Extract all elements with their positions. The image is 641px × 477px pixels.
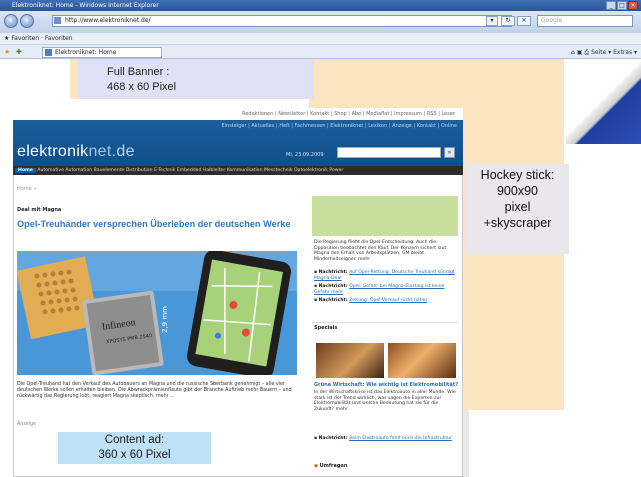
content-ad-title: Content ad: <box>104 434 165 446</box>
hockey-stick-unit: pixel <box>504 200 531 214</box>
favorites-label[interactable]: Favoriten · Favoriten <box>11 35 72 42</box>
list-item-label: Nachtricht: <box>318 270 348 275</box>
special-image-left[interactable] <box>316 343 384 378</box>
menu-items[interactable]: Automotive Automation Bauelemente Distri… <box>37 168 343 173</box>
maximize-button[interactable]: □ <box>617 1 627 10</box>
home-icon[interactable]: ⌂ <box>571 49 575 56</box>
list-item[interactable]: ▪ Nachtricht: Zeitung: Opel-Verkauf rück… <box>314 298 457 304</box>
dropdown-arrow-icon[interactable]: ▾ <box>486 16 498 26</box>
divider <box>312 322 458 323</box>
minimize-button[interactable]: _ <box>606 1 616 10</box>
favorites-bar: ★ Favoriten · Favoriten <box>0 33 641 45</box>
special-text: In der Wirtschaftskrise ist das Elektroa… <box>314 390 456 412</box>
back-button[interactable]: ‹ <box>4 14 18 28</box>
special-title[interactable]: Grüne Wirtschaft: Wie wichtig ist Elektr… <box>314 382 458 388</box>
stop-button[interactable]: ✕ <box>517 16 531 26</box>
list-item[interactable]: ▪ Nachtricht: Auf Opel-Rettung: Deutsche… <box>314 270 457 281</box>
menu-item-home[interactable]: Home <box>15 168 36 173</box>
page-curl-graphic <box>566 59 641 144</box>
article-image-graphic: Infineon XPOSYS PMB 2540 2,9 mm <box>17 251 297 375</box>
svg-text:2,9 mm: 2,9 mm <box>161 306 169 333</box>
forward-button[interactable]: › <box>20 14 34 28</box>
tools-label[interactable]: Seite ▾ Extras ▾ <box>591 49 637 56</box>
screenshot: Elektroniknet: Home - Windows Internet E… <box>0 0 641 477</box>
content-ad: Content ad: 360 x 60 Pixel <box>58 432 211 464</box>
window-title: Elektroniknet: Home - Windows Internet E… <box>0 0 641 11</box>
favorites-icon[interactable]: ★ <box>4 48 10 56</box>
downloads-heading-text: Umfragen <box>319 463 348 469</box>
full-banner-ad: Full Banner : 468 x 60 Pixel <box>77 59 314 99</box>
logo-net: net <box>88 143 112 160</box>
sidebar-intro: Die Regierung flieht die Opel-Entscheidu… <box>314 240 447 262</box>
site-favicon-icon <box>54 17 61 24</box>
breadcrumb[interactable]: Home » <box>17 186 36 192</box>
site-logo[interactable]: elektroniknet.de <box>17 143 135 161</box>
list-item-link[interactable]: Zeitung: Opel-Verkauf rückt näher <box>349 298 427 303</box>
special-link-label: Nachtricht: <box>318 436 348 441</box>
article-kicker: Deal mit Magna <box>17 207 62 213</box>
sidebar-ad-banner[interactable] <box>312 196 458 236</box>
downloads-heading: ◆ Umfragen <box>314 463 347 469</box>
article-headline[interactable]: Opel-Treuhänder versprechen Überleben de… <box>17 218 297 230</box>
site-sub-nav[interactable]: Einsteiger | Aktuelles | Heft | Fachmess… <box>13 121 463 131</box>
scrollbar[interactable] <box>463 410 469 477</box>
list-item-label: Nachtricht: <box>318 284 348 290</box>
add-favorites-icon[interactable]: ✚ <box>16 48 22 56</box>
hockey-stick-label: Hockey stick: 900x90 pixel +skyscraper <box>466 164 569 254</box>
logo-main: elektronik <box>17 143 89 160</box>
hockey-stick-size: 900x90 <box>496 184 538 198</box>
special-image-right[interactable] <box>388 343 456 378</box>
site-search-button[interactable]: » <box>444 147 455 158</box>
full-banner-size: 468 x 60 Pixel <box>107 81 177 93</box>
site-top-links[interactable]: Redaktionen | Newsletter | Kontakt | Sho… <box>13 108 463 120</box>
article-image[interactable]: Infineon XPOSYS PMB 2540 2,9 mm <box>17 251 297 375</box>
site-date: Mi, 23.09.2009 <box>286 152 324 158</box>
special-link-text[interactable]: Beim Elektroauto fehlt noch die Infrastr… <box>349 436 452 441</box>
logo-domain: .de <box>111 143 135 160</box>
content-ad-size: 360 x 60 Pixel <box>98 449 171 461</box>
close-button[interactable]: × <box>628 1 638 10</box>
print-icon[interactable]: ⎙ <box>584 49 589 56</box>
hockey-stick-extra: +skyscraper <box>483 216 552 230</box>
search-input[interactable]: Google <box>537 15 633 27</box>
tab-elektroniknet[interactable]: Elektroniknet: Home <box>42 47 162 58</box>
ad-label: Anzeige <box>17 422 37 427</box>
sidebar-news-list: ▪ Nachtricht: Auf Opel-Rettung: Deutsche… <box>314 270 457 307</box>
tab-favicon-icon <box>45 49 52 56</box>
site-search-input[interactable] <box>337 147 441 158</box>
hockey-stick-title: Hockey stick: <box>480 168 555 182</box>
window-controls: _ □ × <box>606 1 638 10</box>
feeds-icon[interactable]: ▣ <box>577 49 583 56</box>
special-link[interactable]: ▪ Nachtricht: Beim Elektroauto fehlt noc… <box>314 436 457 442</box>
specials-heading: Specials <box>314 325 338 331</box>
poll-icon: ◆ <box>314 463 318 469</box>
list-item[interactable]: ▪ Nachtricht: Opel: Gefahr bei Magna-Ein… <box>314 284 457 295</box>
site-main-menu: Home Automotive Automation Bauelemente D… <box>13 166 463 175</box>
list-item-label: Nachtricht: <box>318 298 348 304</box>
article-teaser: Die Opel-Treuhand hat den Verkauf des Au… <box>17 382 292 399</box>
command-bar-tools[interactable]: ⌂ ▣ ⎙ Seite ▾ Extras ▾ <box>571 47 637 58</box>
refresh-button[interactable]: ↻ <box>501 16 515 26</box>
favorites-star-icon[interactable]: ★ <box>0 35 9 42</box>
full-banner-title: Full Banner : <box>107 66 170 78</box>
url-field[interactable]: http://www.elektroniknet.de/ <box>52 15 512 27</box>
